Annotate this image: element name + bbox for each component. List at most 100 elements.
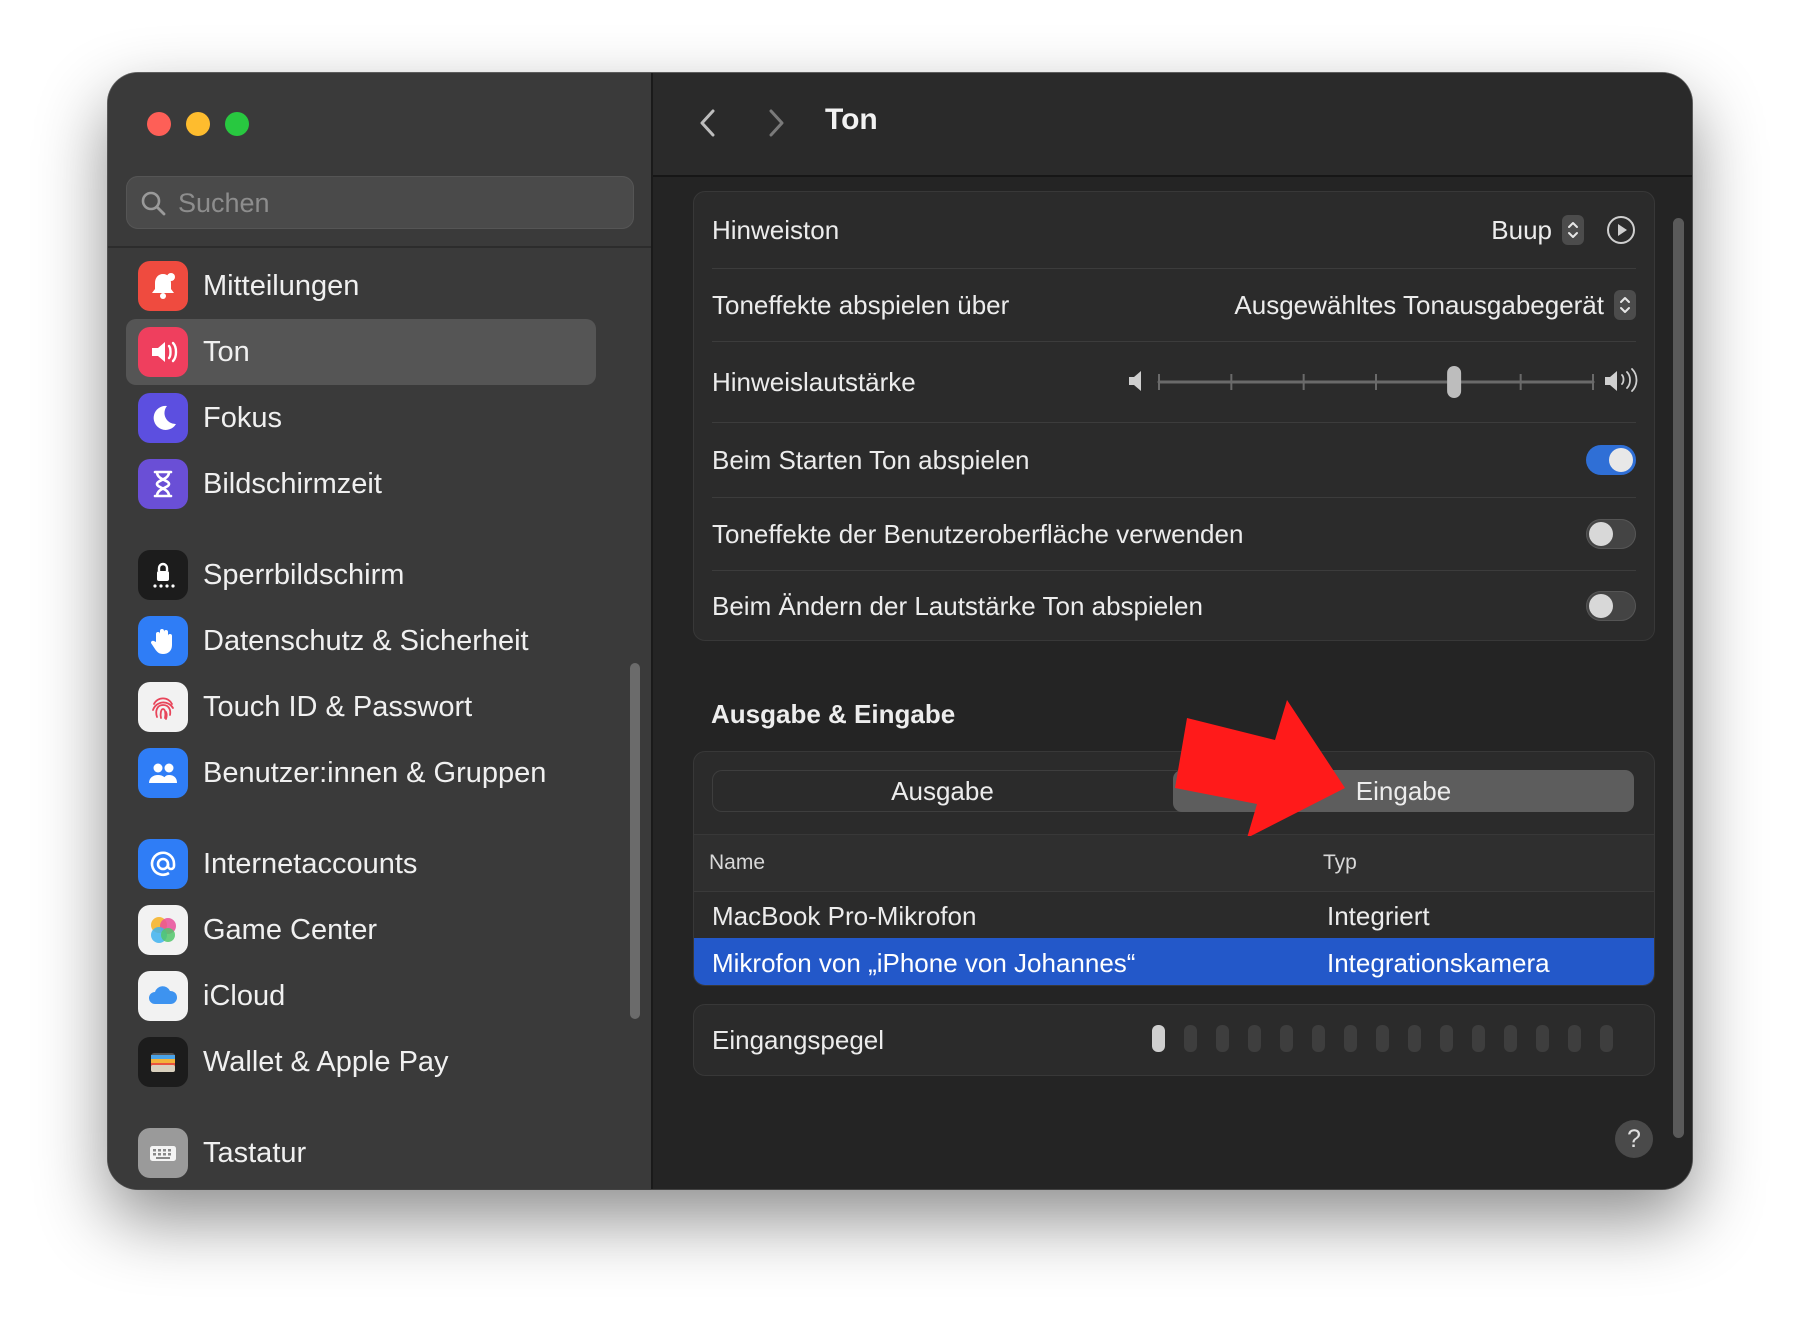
game-center-icon [138,905,188,955]
tab-ausgabe[interactable]: Ausgabe [712,770,1173,812]
sidebar-item-touch-id[interactable]: Touch ID & Passwort [126,674,596,740]
effects-device-row: Toneffekte abspielen über Ausgewähltes T… [712,269,1636,341]
input-level-meter [1152,1025,1613,1052]
minimize-window-button[interactable] [186,112,210,136]
table-row-selected[interactable]: Mikrofon von „iPhone von Johannes“ Integ… [694,938,1654,985]
level-segment [1376,1025,1389,1052]
sidebar-item-tastatur[interactable]: Tastatur [126,1120,596,1186]
sidebar-item-label: Benutzer:innen & Gruppen [203,756,547,789]
startup-sound-toggle[interactable] [1586,445,1636,475]
speaker-icon [138,327,188,377]
sidebar-divider [108,246,651,248]
toolbar: Ton [653,73,1692,177]
device-name: MacBook Pro-Mikrofon [712,901,977,931]
sidebar-item-mitteilungen[interactable]: Mitteilungen [126,253,596,319]
device-name: Mikrofon von „iPhone von Johannes“ [712,948,1136,978]
sidebar-item-label: Touch ID & Passwort [203,690,473,723]
sidebar-item-label: Bildschirmzeit [203,467,382,500]
alert-volume-slider[interactable] [1129,342,1639,422]
level-segment [1344,1025,1357,1052]
level-segment [1184,1025,1197,1052]
search-field[interactable] [126,176,634,231]
sidebar-item-benutzer[interactable]: Benutzer:innen & Gruppen [126,740,596,806]
tab-eingabe[interactable]: Eingabe [1173,770,1634,812]
fingerprint-icon [138,682,188,732]
sidebar-item-label: Game Center [203,913,378,946]
level-segment [1440,1025,1453,1052]
effects-device-label: Toneffekte abspielen über [712,289,1010,320]
back-chevron-icon[interactable] [693,103,723,143]
level-segment [1504,1025,1517,1052]
play-icon[interactable] [1606,215,1636,245]
effects-device-control: Ausgewähltes Tonausgabegerät [1234,269,1636,341]
volume-feedback-row: Beim Ändern der Lautstärke Ton abspielen [712,571,1636,641]
lock-screen-icon [138,550,188,600]
sidebar-item-label: Ton [203,335,250,368]
sidebar-item-label: Mitteilungen [203,269,360,302]
sidebar-item-label: Fokus [203,401,282,434]
sound-effects-card: Hinweiston Buup Toneffekte abspielen übe… [693,191,1655,641]
alert-sound-popup[interactable]: Buup [1491,215,1552,246]
volume-feedback-toggle[interactable] [1586,591,1636,621]
sidebar-item-fokus[interactable]: Fokus [126,385,596,451]
level-segment [1312,1025,1325,1052]
sidebar-item-ton[interactable]: Ton [126,319,596,385]
sidebar-item-datenschutz[interactable]: Datenschutz & Sicherheit [126,608,596,674]
device-type: Integrationskamera [1327,948,1550,978]
startup-sound-label: Beim Starten Ton abspielen [712,444,1030,475]
sidebar-item-label: Wallet & Apple Pay [203,1045,449,1078]
alert-volume-row: Hinweislautstärke [712,342,1639,422]
level-segment [1152,1025,1165,1052]
output-input-heading: Ausgabe & Eingabe [711,699,956,729]
sidebar-item-label: Tastatur [203,1136,307,1169]
level-segment [1408,1025,1421,1052]
sidebar-item-bildschirmzeit[interactable]: Bildschirmzeit [126,451,596,517]
column-header-type[interactable]: Typ [1323,851,1357,875]
sidebar-item-label: Internetaccounts [203,847,418,880]
at-icon [138,839,188,889]
device-type: Integriert [1327,901,1430,931]
input-level-card: Eingangspegel [693,1004,1655,1076]
ui-effects-row: Toneffekte der Benutzeroberfläche verwen… [712,498,1636,570]
keyboard-icon [138,1128,188,1178]
level-segment [1600,1025,1613,1052]
search-input[interactable] [176,176,620,231]
ui-effects-toggle[interactable] [1586,519,1636,549]
moon-icon [138,393,188,443]
level-segment [1248,1025,1261,1052]
level-segment [1280,1025,1293,1052]
alert-volume-label: Hinweislautstärke [712,366,916,397]
settings-window: Mitteilungen Ton Fokus Bildschirmzeit Sp… [108,73,1692,1189]
hand-icon [138,616,188,666]
page-title: Ton [825,103,878,136]
sidebar-item-icloud[interactable]: iCloud [126,963,596,1029]
help-button[interactable]: ? [1615,1120,1653,1158]
wallet-icon [138,1037,188,1087]
level-segment [1568,1025,1581,1052]
sidebar-item-label: Sperrbildschirm [203,558,405,591]
main-pane: Ton Hinweiston Buup Toneffekte abspielen… [653,73,1692,1189]
sidebar-item-internetaccounts[interactable]: Internetaccounts [126,831,596,897]
zoom-window-button[interactable] [225,112,249,136]
output-input-segmented-control: Ausgabe Eingabe [712,770,1634,812]
startup-sound-row: Beim Starten Ton abspielen [712,423,1636,497]
up-down-chevron-icon[interactable] [1562,215,1584,245]
forward-chevron-icon[interactable] [761,103,791,143]
hourglass-icon [138,459,188,509]
main-scrollbar[interactable] [1673,218,1684,1138]
sidebar-item-game-center[interactable]: Game Center [126,897,596,963]
up-down-chevron-icon[interactable] [1614,290,1636,320]
sidebar-item-sperrbildschirm[interactable]: Sperrbildschirm [126,542,596,608]
close-window-button[interactable] [147,112,171,136]
users-icon [138,748,188,798]
table-row[interactable]: MacBook Pro-Mikrofon Integriert [694,891,1654,938]
alert-sound-row: Hinweiston Buup [712,192,1636,268]
alert-volume-slider-graphic [1129,366,1638,398]
sidebar-item-wallet[interactable]: Wallet & Apple Pay [126,1029,596,1095]
effects-device-popup[interactable]: Ausgewähltes Tonausgabegerät [1234,290,1604,321]
device-table-header: Name Typ [694,834,1654,892]
bell-icon [138,261,188,311]
level-segment [1536,1025,1549,1052]
sidebar-scrollbar[interactable] [630,663,640,1019]
column-header-name[interactable]: Name [709,851,765,875]
